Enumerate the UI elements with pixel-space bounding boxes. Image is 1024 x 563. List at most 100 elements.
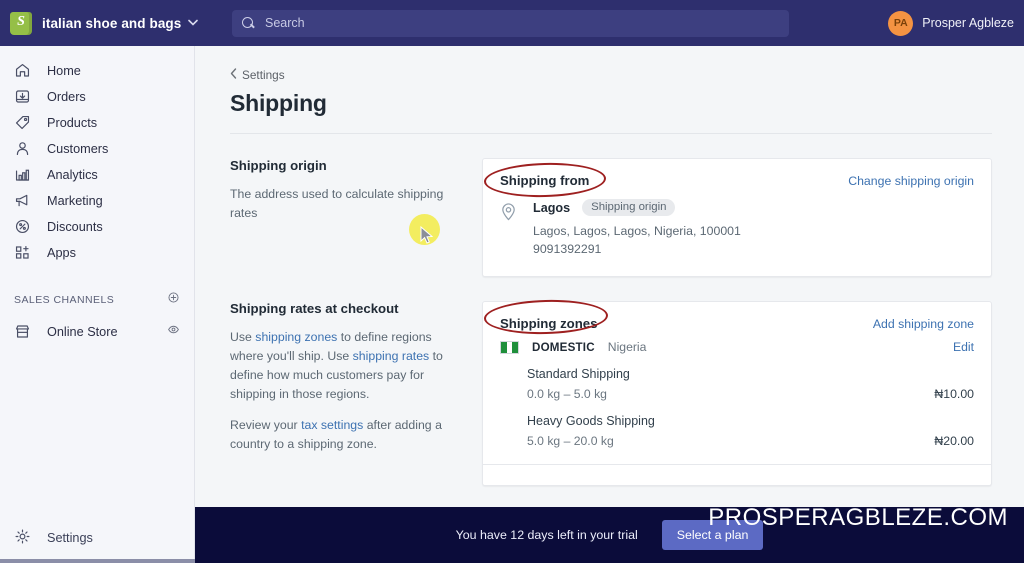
rate-name: Heavy Goods Shipping — [527, 414, 655, 428]
sidebar-item-settings[interactable]: Settings — [0, 528, 195, 547]
shipping-from-details: Lagos Shipping origin Lagos, Lagos, Lago… — [533, 199, 741, 258]
shopify-admin-shipping-page: italian shoe and bags Search PA Prosper … — [0, 0, 1024, 563]
shipping-zones-card: Shipping zones Add shipping zone DOMESTI… — [482, 301, 992, 486]
plus-circle-icon[interactable] — [167, 291, 180, 309]
breadcrumb-label: Settings — [242, 68, 285, 82]
shipping-from-title: Shipping from — [500, 173, 590, 188]
top-navigation-bar: italian shoe and bags Search PA Prosper … — [0, 0, 1024, 46]
trial-banner: You have 12 days left in your trial Sele… — [195, 507, 1024, 563]
gear-icon — [14, 528, 33, 547]
sidebar-item-label: Customers — [47, 142, 109, 156]
avatar: PA — [888, 10, 914, 36]
rate-name: Standard Shipping — [527, 367, 630, 381]
sidebar-settings-label: Settings — [47, 530, 93, 545]
zone-country-label: Nigeria — [607, 340, 647, 354]
edit-zone-link[interactable]: Edit — [953, 340, 974, 354]
shipping-zones-title: Shipping zones — [500, 316, 598, 331]
shipping-from-card: Shipping from Change shipping origin Lag… — [482, 158, 992, 277]
eye-icon[interactable] — [167, 323, 180, 341]
sidebar-bottom-strip — [0, 559, 195, 563]
page-title: Shipping — [230, 90, 327, 116]
sidebar-item-label: Marketing — [47, 194, 103, 208]
shipping-zones-link[interactable]: shipping zones — [255, 330, 337, 344]
person-icon — [14, 140, 33, 159]
sidebar-item-apps[interactable]: Apps — [0, 240, 194, 266]
sidebar-item-label: Orders — [47, 90, 86, 104]
sidebar-item-label: Discounts — [47, 220, 103, 234]
tax-settings-link[interactable]: tax settings — [301, 418, 363, 432]
user-name: Prosper Agbleze — [922, 16, 1014, 30]
chevron-down-icon — [188, 17, 199, 29]
shipping-origin-description-column: Shipping origin The address used to calc… — [230, 158, 482, 277]
main-content: Settings Shipping Shipping origin The ad… — [195, 46, 1024, 563]
search-input[interactable]: Search — [265, 16, 305, 30]
nigeria-flag-icon — [500, 340, 519, 354]
shipping-origin-description: The address used to calculate shipping r… — [230, 187, 444, 220]
shipping-zones-card-header: Shipping zones Add shipping zone — [483, 302, 991, 331]
shipping-rates-description-column: Shipping rates at checkout Use shipping … — [230, 301, 482, 486]
text-fragment: Use — [230, 330, 256, 344]
sidebar-item-label: Analytics — [47, 168, 98, 182]
sidebar-item-online-store[interactable]: Online Store — [0, 319, 194, 345]
shipping-zone-row: DOMESTIC Nigeria Edit — [483, 331, 991, 354]
sales-channels-title: SALES CHANNELS — [14, 294, 115, 306]
rate-weight-range: 5.0 kg – 20.0 kg — [527, 434, 614, 448]
apps-grid-icon — [14, 244, 33, 263]
sidebar-item-products[interactable]: Products — [0, 110, 194, 136]
status-badge: Shipping origin — [582, 199, 676, 216]
home-icon — [14, 62, 33, 81]
search-icon — [242, 16, 256, 30]
sidebar-nav: Home Orders Products Customers Analytics… — [0, 46, 194, 266]
search-bar[interactable]: Search — [232, 9, 789, 37]
discount-percent-icon — [14, 218, 33, 237]
sidebar-item-analytics[interactable]: Analytics — [0, 162, 194, 188]
sidebar-item-label: Home — [47, 64, 81, 78]
shipping-from-body: Lagos Shipping origin Lagos, Lagos, Lago… — [483, 188, 991, 276]
shipping-rate-row: Heavy Goods Shipping 5.0 kg – 20.0 kg ₦2… — [483, 401, 991, 448]
origin-city: Lagos — [533, 200, 571, 215]
shipping-origin-section: Shipping origin The address used to calc… — [230, 158, 992, 277]
shipping-rates-paragraph-1: Use shipping zones to define regions whe… — [230, 328, 458, 404]
shipping-rates-heading: Shipping rates at checkout — [230, 301, 399, 316]
store-name: italian shoe and bags — [42, 15, 182, 31]
trial-message: You have 12 days left in your trial — [455, 528, 638, 542]
sidebar-item-customers[interactable]: Customers — [0, 136, 194, 162]
sales-channels-header: SALES CHANNELS — [0, 288, 194, 312]
sidebar-item-marketing[interactable]: Marketing — [0, 188, 194, 214]
text-fragment: Review your — [230, 418, 302, 432]
select-a-plan-button[interactable]: Select a plan — [661, 520, 764, 550]
title-divider — [230, 133, 992, 134]
shipping-rate-row: Standard Shipping 0.0 kg – 5.0 kg ₦10.00 — [483, 354, 991, 401]
chevron-left-icon — [230, 68, 237, 82]
sidebar-item-orders[interactable]: Orders — [0, 84, 194, 110]
shipping-from-card-header: Shipping from Change shipping origin — [483, 159, 991, 188]
shipping-rates-paragraph-2: Review your tax settings after adding a … — [230, 416, 458, 454]
shipping-rates-section: Shipping rates at checkout Use shipping … — [230, 301, 992, 486]
store-switcher[interactable]: italian shoe and bags — [0, 11, 205, 35]
location-pin-icon — [500, 199, 520, 258]
change-shipping-origin-link[interactable]: Change shipping origin — [848, 174, 974, 188]
bar-chart-icon — [14, 166, 33, 185]
origin-address: Lagos, Lagos, Lagos, Nigeria, 100001 — [533, 224, 741, 238]
shipping-rates-link[interactable]: shipping rates — [353, 349, 430, 363]
tag-icon — [14, 114, 33, 133]
megaphone-icon — [14, 192, 33, 211]
sidebar-item-home[interactable]: Home — [0, 58, 194, 84]
breadcrumb[interactable]: Settings — [230, 68, 1024, 82]
next-zone-partial-row — [483, 465, 991, 485]
sidebar-item-discounts[interactable]: Discounts — [0, 214, 194, 240]
zone-kind-label: DOMESTIC — [532, 340, 595, 354]
sidebar-item-label: Online Store — [47, 325, 118, 339]
sidebar: Home Orders Products Customers Analytics… — [0, 46, 195, 563]
add-shipping-zone-link[interactable]: Add shipping zone — [873, 317, 974, 331]
sidebar-item-label: Apps — [47, 246, 76, 260]
rate-price: ₦20.00 — [934, 434, 974, 448]
origin-phone: 9091392291 — [533, 242, 602, 256]
storefront-icon — [14, 323, 33, 342]
orders-inbox-icon — [14, 88, 33, 107]
shopify-logo-icon — [10, 11, 32, 35]
sidebar-item-label: Products — [47, 116, 98, 130]
rate-price: ₦10.00 — [934, 387, 974, 401]
shipping-origin-heading: Shipping origin — [230, 158, 327, 173]
user-menu[interactable]: PA Prosper Agbleze — [888, 10, 1024, 36]
